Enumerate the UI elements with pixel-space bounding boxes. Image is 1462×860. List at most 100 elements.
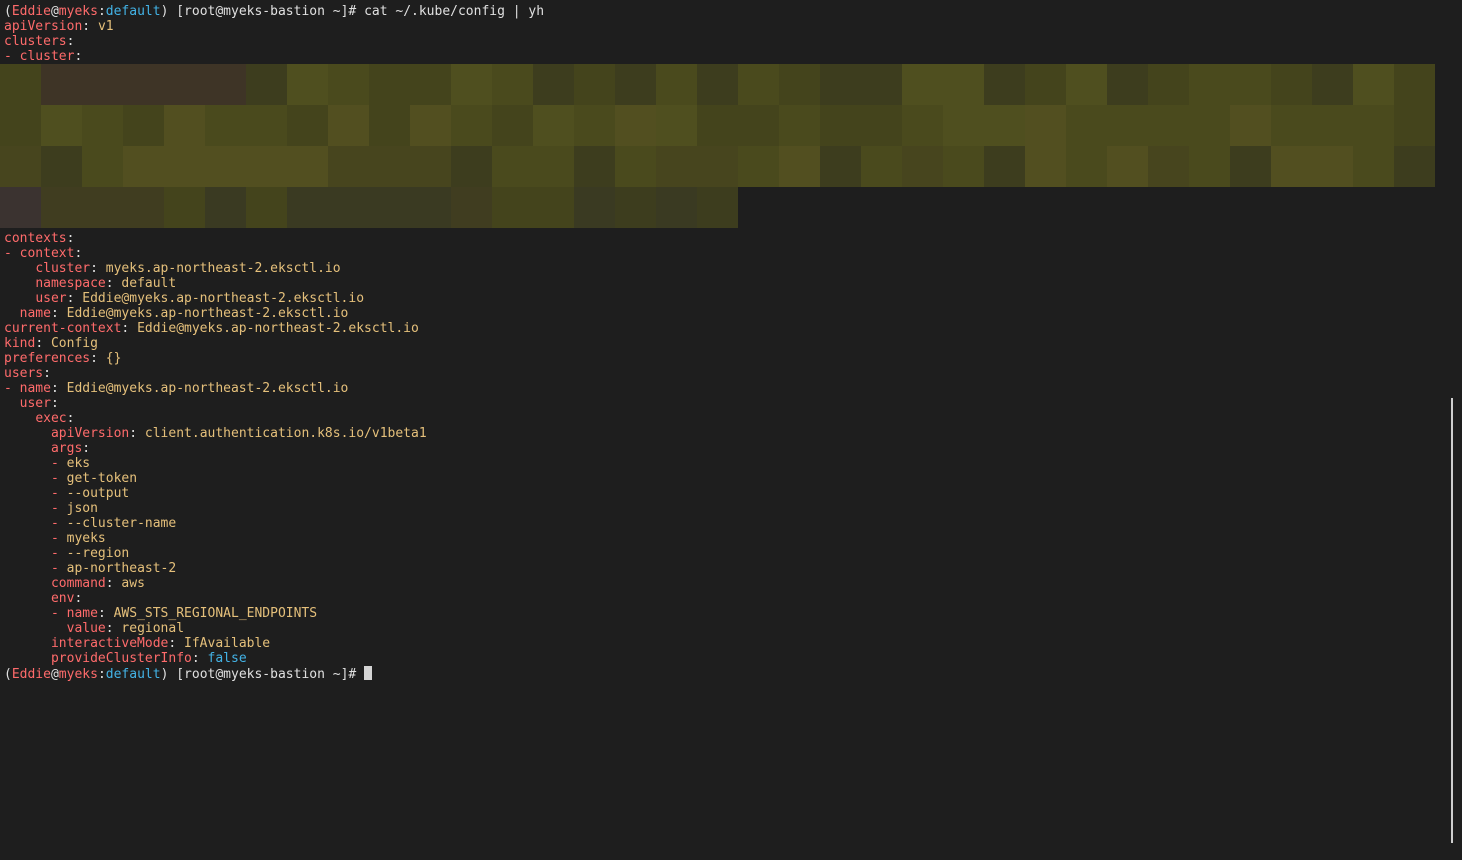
prompt-open: (: [4, 4, 12, 19]
redaction-cell: [656, 187, 697, 228]
redaction-cell: [615, 146, 656, 187]
yaml-line: namespace: default: [35, 276, 177, 291]
redaction-cell: [820, 146, 861, 187]
prompt-host: [root@myeks-bastion ~]#: [168, 667, 365, 682]
redaction-cell: [0, 187, 41, 228]
redaction-cell: [41, 64, 82, 105]
yaml-line: contexts:: [4, 231, 75, 246]
yaml-arg: - --region: [50, 546, 130, 561]
prompt-user: Eddie: [11, 4, 51, 19]
yaml-line: user:: [19, 396, 59, 411]
yaml-line: value: regional: [66, 621, 185, 636]
prompt-host: [root@myeks-bastion ~]#: [168, 4, 365, 19]
redaction-cell: [1353, 105, 1394, 146]
redaction-cell: [656, 146, 697, 187]
redaction-cell: [1394, 64, 1435, 105]
redaction-cell: [369, 187, 410, 228]
prompt-cluster: myeks: [58, 667, 98, 682]
redaction-cell: [1148, 105, 1189, 146]
redaction-cell: [1189, 105, 1230, 146]
redaction-cell: [697, 64, 738, 105]
redaction-cell: [1353, 146, 1394, 187]
redaction-cell: [287, 64, 328, 105]
redaction-cell: [1271, 64, 1312, 105]
redaction-cell: [738, 64, 779, 105]
redaction-cell: [123, 64, 164, 105]
redaction-cell: [1189, 64, 1230, 105]
yaml-line: - context:: [4, 246, 83, 261]
yaml-line: user: Eddie@myeks.ap-northeast-2.eksctl.…: [35, 291, 365, 306]
redaction-cell: [943, 146, 984, 187]
prompt-line[interactable]: (Eddie@myeks:default) [root@myeks-bastio…: [4, 666, 1448, 682]
redaction-cell: [1107, 105, 1148, 146]
redaction-cell: [164, 64, 205, 105]
redaction-cell: [1271, 105, 1312, 146]
yaml-line: apiVersion: v1: [4, 19, 114, 34]
redaction-cell: [410, 64, 451, 105]
redaction-cell: [0, 105, 41, 146]
redaction-cell: [164, 146, 205, 187]
redaction-cell: [1148, 146, 1189, 187]
redaction-cell: [861, 64, 902, 105]
redaction-cell: [123, 146, 164, 187]
redaction-cell: [820, 64, 861, 105]
yaml-arg: - ap-northeast-2: [50, 561, 177, 576]
redaction-cell: [1025, 64, 1066, 105]
yaml-line: provideClusterInfo: false: [50, 651, 247, 666]
redaction-cell: [1230, 146, 1271, 187]
redaction-cell: [1230, 105, 1271, 146]
yaml-arg: - --output: [50, 486, 130, 501]
redaction-cell: [369, 146, 410, 187]
redaction-cell: [738, 105, 779, 146]
redaction-cell: [369, 64, 410, 105]
prompt-open: (: [4, 667, 12, 682]
redaction-cell: [615, 187, 656, 228]
prompt-at: @: [50, 667, 59, 682]
prompt-context: default: [105, 4, 161, 19]
redaction-cell: [82, 187, 123, 228]
redaction-cell: [697, 105, 738, 146]
redaction-cell: [246, 64, 287, 105]
redaction-cell: [164, 105, 205, 146]
redaction-cell: [574, 105, 615, 146]
redaction-cell: [943, 105, 984, 146]
yaml-arg: - json: [50, 501, 98, 516]
redaction-cell: [1066, 64, 1107, 105]
redaction-cell: [451, 187, 492, 228]
redaction-cell: [123, 105, 164, 146]
redaction-cell: [984, 105, 1025, 146]
prompt-user: Eddie: [11, 667, 51, 682]
redaction-cell: [1025, 146, 1066, 187]
redaction-cell: [328, 64, 369, 105]
yaml-line: clusters:: [4, 34, 75, 49]
redaction-cell: [492, 64, 533, 105]
redaction-cell: [205, 105, 246, 146]
redaction-cell: [410, 146, 451, 187]
scrollbar-thumb[interactable]: [1451, 398, 1453, 843]
redaction-cell: [615, 64, 656, 105]
redaction-cell: [1025, 105, 1066, 146]
redaction-cell: [287, 105, 328, 146]
redaction-cell: [41, 146, 82, 187]
redaction-cell: [41, 105, 82, 146]
yaml-line: - name: Eddie@myeks.ap-northeast-2.eksct…: [4, 381, 349, 396]
redaction-cell: [779, 146, 820, 187]
terminal-output[interactable]: (Eddie@myeks:default) [root@myeks-bastio…: [0, 4, 1448, 682]
terminal-cursor[interactable]: [364, 666, 373, 680]
redaction-cell: [1271, 146, 1312, 187]
redaction-cell: [328, 146, 369, 187]
yaml-line: current-context: Eddie@myeks.ap-northeas…: [4, 321, 419, 336]
redaction-cell: [574, 187, 615, 228]
redacted-cluster-data: [0, 64, 1435, 229]
redaction-band: [0, 146, 1435, 187]
yaml-arg: - eks: [50, 456, 91, 471]
redaction-cell: [1353, 64, 1394, 105]
yaml-line: - name: AWS_STS_REGIONAL_ENDPOINTS: [50, 606, 318, 621]
yaml-line: cluster: myeks.ap-northeast-2.eksctl.io: [35, 261, 341, 276]
yaml-arg: - myeks: [50, 531, 106, 546]
redaction-cell: [451, 146, 492, 187]
redaction-cell: [41, 187, 82, 228]
redaction-cell: [1230, 64, 1271, 105]
scrollbar[interactable]: [1450, 0, 1454, 860]
redaction-cell: [984, 146, 1025, 187]
